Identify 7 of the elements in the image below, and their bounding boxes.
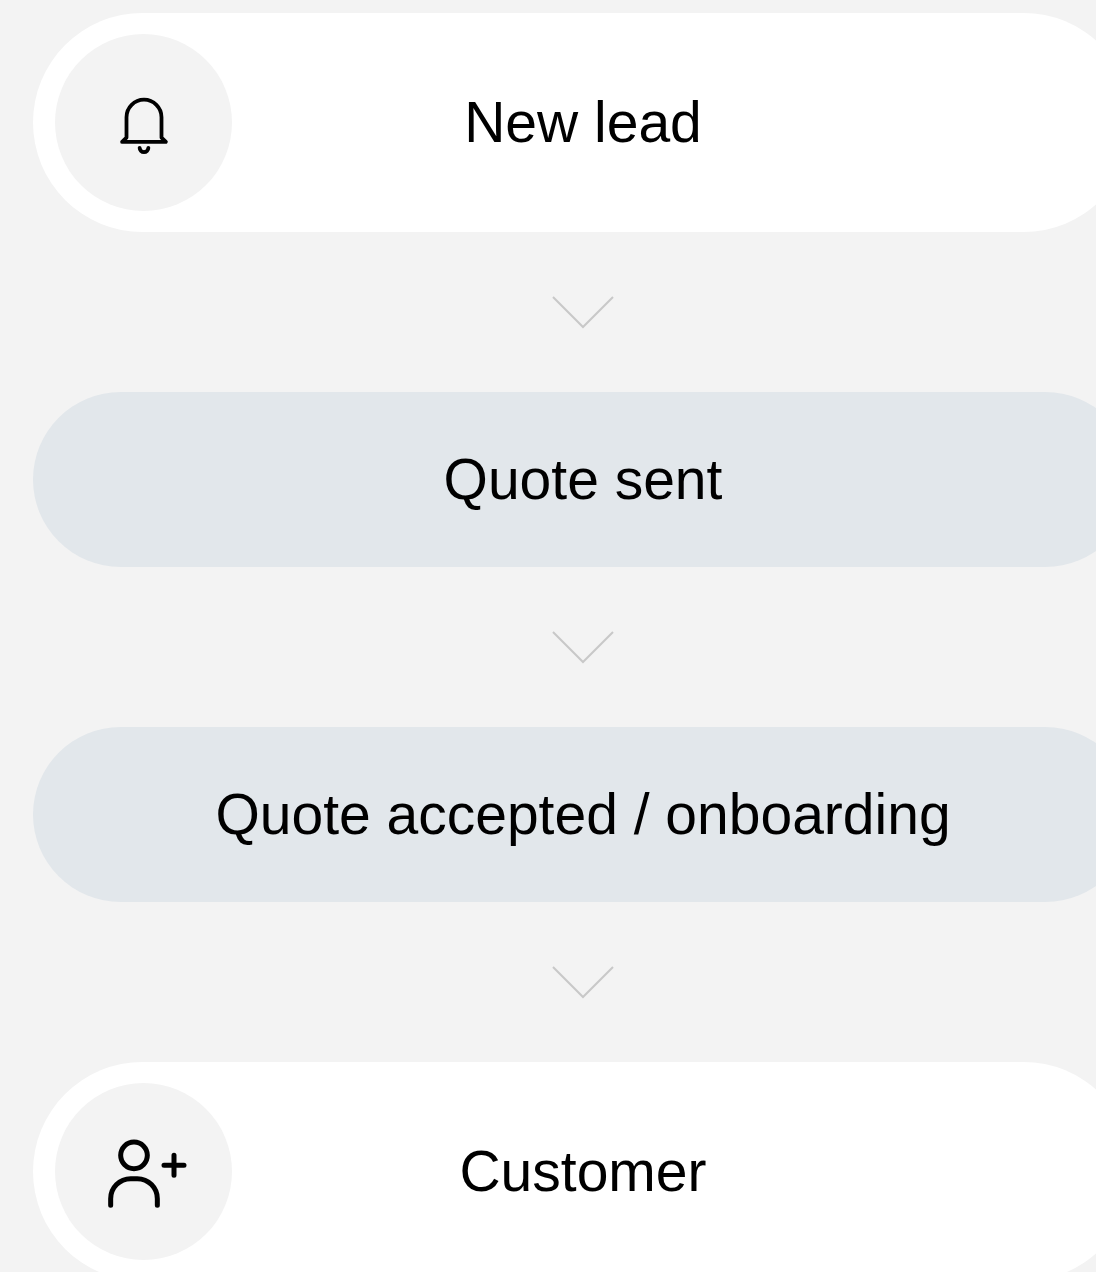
- chevron-down-icon: [552, 295, 614, 329]
- step-label: Customer: [459, 1137, 707, 1205]
- chevron-down-icon: [552, 630, 614, 664]
- step-label: New lead: [464, 88, 702, 156]
- step-label: Quote accepted / onboarding: [215, 780, 951, 848]
- step-label: Quote sent: [443, 445, 723, 513]
- chevron-down-icon: [552, 965, 614, 999]
